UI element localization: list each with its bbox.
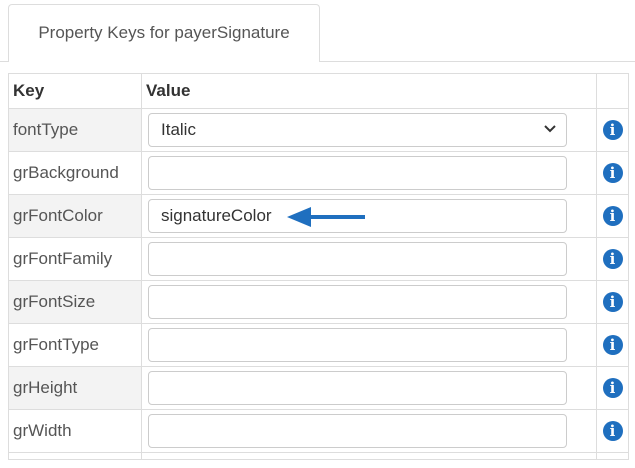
info-icon[interactable]: i [602, 120, 623, 140]
row-key: grBackground [8, 151, 142, 195]
table-row: fontType Italic i [8, 108, 629, 152]
gr-font-family-input[interactable] [148, 242, 567, 276]
gr-width-input[interactable] [148, 414, 567, 448]
property-keys-table: Key Value fontType Italic i grBackground… [8, 73, 629, 460]
info-icon[interactable]: i [602, 249, 623, 269]
font-type-select[interactable]: Italic [148, 113, 567, 147]
table-row: grFontType i [8, 323, 629, 367]
property-table-container: Key Value fontType Italic i grBackground… [8, 73, 629, 460]
gr-font-type-input[interactable] [148, 328, 567, 362]
info-icon[interactable]: i [602, 206, 623, 226]
column-header-key: Key [8, 73, 142, 109]
tab-strip: Property Keys for payerSignature [0, 0, 635, 62]
row-key: grFontFamily [8, 237, 142, 281]
column-header-info [596, 73, 629, 109]
gr-height-input[interactable] [148, 371, 567, 405]
info-icon[interactable]: i [602, 378, 623, 398]
table-row: grBackground i [8, 151, 629, 195]
row-key: fontType [8, 108, 142, 152]
table-row: grFontSize i [8, 280, 629, 324]
tab-property-keys[interactable]: Property Keys for payerSignature [8, 4, 320, 62]
arrow-left-icon [287, 207, 365, 227]
chevron-down-icon [544, 125, 556, 133]
info-icon[interactable]: i [602, 292, 623, 312]
table-row: grWidth i [8, 409, 629, 453]
table-row: grFontFamily i [8, 237, 629, 281]
info-icon[interactable]: i [602, 163, 623, 183]
font-type-select-value: Italic [161, 120, 196, 139]
table-row: grHeight i [8, 366, 629, 410]
gr-font-size-input[interactable] [148, 285, 567, 319]
column-header-value: Value [141, 73, 597, 109]
row-key: grHeight [8, 366, 142, 410]
info-icon[interactable]: i [602, 421, 623, 441]
row-key: grFontColor [8, 194, 142, 238]
table-row-partial [8, 452, 629, 460]
info-icon[interactable]: i [602, 335, 623, 355]
row-key: grFontType [8, 323, 142, 367]
gr-background-input[interactable] [148, 156, 567, 190]
row-key: grFontSize [8, 280, 142, 324]
row-key: grWidth [8, 409, 142, 453]
